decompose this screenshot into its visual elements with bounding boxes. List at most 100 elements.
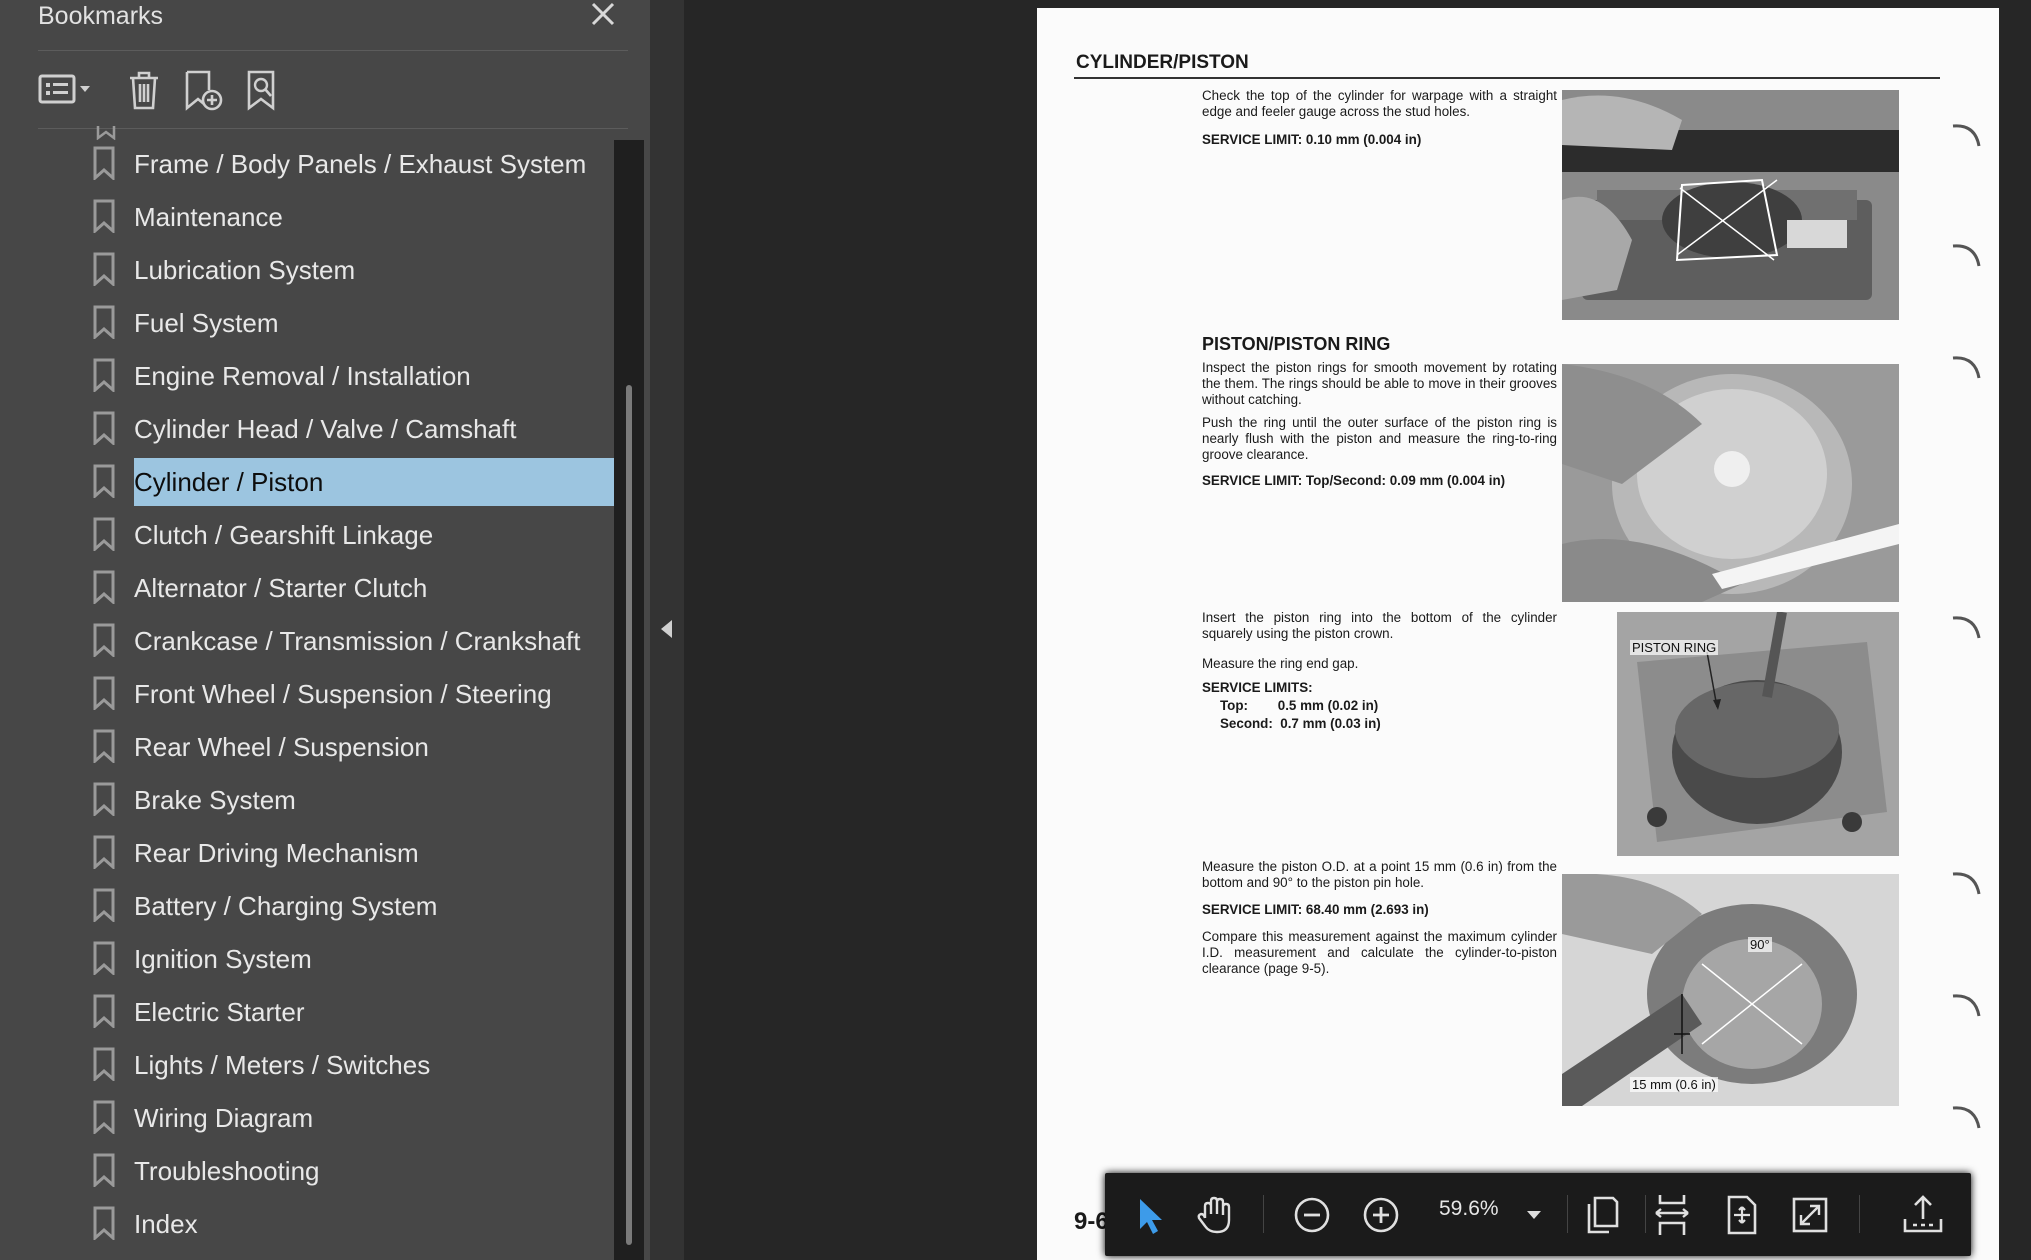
header-rule bbox=[1074, 77, 1940, 79]
bookmarks-panel: Bookmarks Frame / Body Panels / Exhaust … bbox=[0, 0, 650, 1260]
bookmark-item[interactable]: Lights / Meters / Switches bbox=[0, 1041, 614, 1091]
bookmark-label: Frame / Body Panels / Exhaust System bbox=[134, 149, 587, 179]
close-panel-button[interactable] bbox=[586, 0, 620, 34]
limits-heading: SERVICE LIMITS: bbox=[1202, 680, 1313, 695]
bookmark-icon bbox=[93, 1206, 115, 1240]
binder-hole-mark bbox=[1952, 994, 1981, 1017]
piston-ring-callout: PISTON RING bbox=[1630, 640, 1719, 655]
bookmark-item[interactable]: Wiring Diagram bbox=[0, 1094, 614, 1144]
divider bbox=[38, 128, 628, 129]
bookmark-icon bbox=[93, 146, 115, 180]
full-screen-icon bbox=[1792, 1197, 1828, 1233]
zoom-out-button[interactable] bbox=[1290, 1193, 1334, 1237]
find-bookmark-icon bbox=[247, 70, 275, 111]
bookmark-icon bbox=[93, 941, 115, 975]
fit-page-button[interactable] bbox=[1719, 1193, 1763, 1237]
bookmark-item[interactable]: Engine Removal / Installation bbox=[0, 352, 614, 402]
binder-hole-mark bbox=[1952, 1106, 1981, 1129]
bookmark-item[interactable]: Fuel System bbox=[0, 299, 614, 349]
delete-bookmark-icon bbox=[130, 71, 158, 110]
bookmark-icon bbox=[93, 1100, 115, 1134]
bookmark-label: Fuel System bbox=[134, 308, 279, 338]
bookmark-icon bbox=[93, 1153, 115, 1187]
ring-gap-text: Measure the ring end gap. bbox=[1202, 656, 1359, 671]
bookmark-item[interactable]: Frame / Body Panels / Exhaust System bbox=[0, 140, 614, 190]
fit-page-icon bbox=[1727, 1195, 1757, 1235]
piston-od-photo bbox=[1562, 874, 1899, 1106]
bookmark-label: Rear Driving Mechanism bbox=[134, 838, 419, 868]
binder-hole-mark bbox=[1952, 244, 1981, 267]
angle-callout: 90° bbox=[1748, 937, 1772, 952]
share-upload-button[interactable] bbox=[1901, 1193, 1945, 1237]
bookmark-item[interactable]: Rear Driving Mechanism bbox=[0, 829, 614, 879]
bookmark-label: Cylinder Head / Valve / Camshaft bbox=[134, 414, 517, 444]
bookmark-label: Alternator / Starter Clutch bbox=[134, 573, 428, 603]
bookmark-label: Maintenance bbox=[134, 202, 283, 232]
piston-od-text: Measure the piston O.D. at a point 15 mm… bbox=[1202, 859, 1557, 890]
fit-width-button[interactable] bbox=[1650, 1193, 1694, 1237]
hand-tool-button[interactable] bbox=[1194, 1193, 1238, 1237]
bookmark-icon bbox=[93, 782, 115, 816]
close-icon bbox=[591, 2, 615, 26]
bookmark-icon bbox=[93, 835, 115, 869]
bookmark-item[interactable]: Troubleshooting bbox=[0, 1147, 614, 1197]
bookmark-item[interactable]: Alternator / Starter Clutch bbox=[0, 564, 614, 614]
bookmark-icon bbox=[93, 676, 115, 710]
bookmark-item[interactable]: Front Wheel / Suspension / Steering bbox=[0, 670, 614, 720]
bookmark-label: Brake System bbox=[134, 785, 296, 815]
binder-hole-mark bbox=[1952, 356, 1981, 379]
binder-hole-mark bbox=[1952, 872, 1981, 895]
zoom-dropdown-icon[interactable] bbox=[1527, 1211, 1541, 1219]
bookmark-item[interactable]: Ignition System bbox=[0, 935, 614, 985]
binder-hole-mark bbox=[1952, 124, 1981, 147]
bookmark-label: Index bbox=[134, 1209, 198, 1239]
bookmark-item[interactable]: Brake System bbox=[0, 776, 614, 826]
bookmark-list: Frame / Body Panels / Exhaust System Main… bbox=[0, 140, 614, 1260]
bookmark-item[interactable]: Electric Starter bbox=[0, 988, 614, 1038]
bookmark-item[interactable]: Rear Wheel / Suspension bbox=[0, 723, 614, 773]
full-screen-button[interactable] bbox=[1788, 1193, 1832, 1237]
bookmark-icon bbox=[93, 517, 115, 551]
limit-second: Second: 0.7 mm (0.03 in) bbox=[1220, 716, 1381, 731]
ring-clearance-photo bbox=[1562, 364, 1899, 602]
bookmark-item[interactable]: Maintenance bbox=[0, 193, 614, 243]
bookmark-item[interactable]: Cylinder Head / Valve / Camshaft bbox=[0, 405, 614, 455]
bookmark-label: Engine Removal / Installation bbox=[134, 361, 471, 391]
bookmark-label: Lubrication System bbox=[134, 255, 356, 285]
bookmark-label: Troubleshooting bbox=[134, 1156, 320, 1186]
delete-bookmark-button[interactable] bbox=[124, 68, 164, 112]
compare-text: Compare this measurement against the max… bbox=[1202, 929, 1557, 976]
bookmark-item[interactable]: Index bbox=[0, 1200, 614, 1250]
bookmark-icon bbox=[93, 994, 115, 1028]
ring-inspect-text: Inspect the piston rings for smooth move… bbox=[1202, 360, 1557, 407]
bookmark-label: Front Wheel / Suspension / Steering bbox=[134, 679, 552, 709]
toolbar-divider bbox=[1859, 1195, 1860, 1233]
bookmark-icon bbox=[93, 729, 115, 763]
bookmark-label: Cylinder / Piston bbox=[134, 458, 614, 506]
bookmark-item[interactable]: Battery / Charging System bbox=[0, 882, 614, 932]
find-bookmark-button[interactable] bbox=[244, 68, 288, 112]
bookmark-label: Rear Wheel / Suspension bbox=[134, 732, 429, 762]
page-navigation-toolbar: 59.6% bbox=[1105, 1173, 1971, 1256]
collapse-arrow-icon[interactable] bbox=[661, 620, 672, 638]
bookmark-label: Electric Starter bbox=[134, 997, 305, 1027]
add-bookmark-icon bbox=[185, 70, 223, 111]
bookmark-icon bbox=[93, 464, 115, 498]
bookmark-item[interactable]: Clutch / Gearshift Linkage bbox=[0, 511, 614, 561]
bookmark-item[interactable]: Cylinder / Piston bbox=[0, 458, 614, 508]
zoom-level-field[interactable]: 59.6% bbox=[1439, 1197, 1499, 1221]
bookmark-icon bbox=[93, 888, 115, 922]
bookmark-item[interactable]: Lubrication System bbox=[0, 246, 614, 296]
zoom-in-button[interactable] bbox=[1359, 1193, 1403, 1237]
page-display-button[interactable] bbox=[1579, 1193, 1623, 1237]
bookmark-icon bbox=[93, 570, 115, 604]
scrollbar-thumb[interactable] bbox=[626, 385, 632, 1245]
bookmark-label: Clutch / Gearshift Linkage bbox=[134, 520, 434, 550]
options-menu-icon bbox=[38, 74, 90, 104]
select-tool-button[interactable] bbox=[1127, 1193, 1171, 1237]
bookmark-label: Crankcase / Transmission / Crankshaft bbox=[134, 626, 581, 656]
bookmark-item[interactable]: Crankcase / Transmission / Crankshaft bbox=[0, 617, 614, 667]
add-bookmark-button[interactable] bbox=[182, 68, 226, 112]
toolbar-divider bbox=[1645, 1195, 1646, 1233]
bookmark-options-button[interactable] bbox=[38, 68, 96, 112]
